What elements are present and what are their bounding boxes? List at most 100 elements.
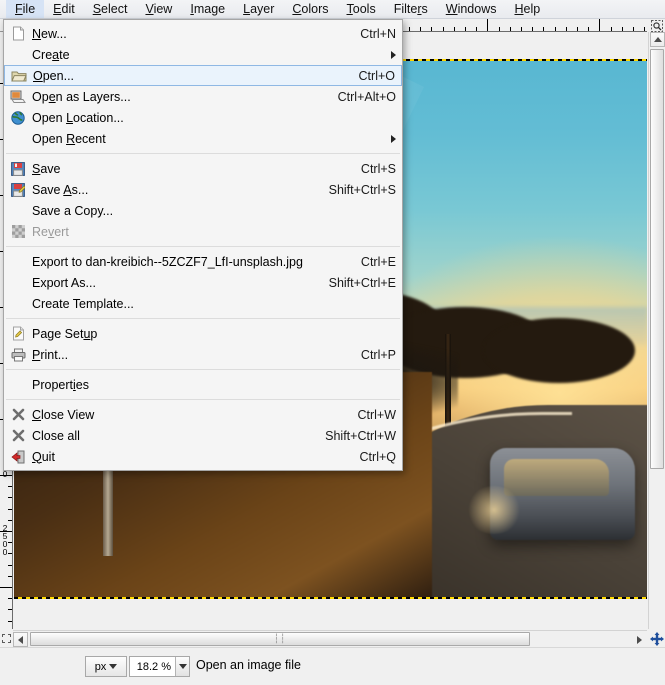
ruler-label: 2500 xyxy=(2,523,8,557)
submenu-arrow-icon xyxy=(391,50,396,59)
menu-item-save-as[interactable]: Save As... Shift+Ctrl+S xyxy=(4,179,402,200)
menu-item-create[interactable]: Create xyxy=(4,44,402,65)
scroll-right-arrow-icon[interactable] xyxy=(632,632,647,647)
menubar-item-tools[interactable]: Tools xyxy=(338,0,385,18)
menu-item-new[interactable]: New... Ctrl+N xyxy=(4,23,402,44)
menu-item-label: Open Recent xyxy=(32,131,106,146)
menu-item-shortcut: Ctrl+N xyxy=(360,26,396,41)
ruler-tick xyxy=(8,564,12,566)
ruler-tick xyxy=(577,27,578,31)
menu-item-label: Export to dan-kreibich--5ZCZF7_LfI-unspl… xyxy=(32,254,303,269)
menu-item-revert: Revert xyxy=(4,221,402,242)
ruler-tick xyxy=(8,519,12,521)
menu-item-close-all[interactable]: Close all Shift+Ctrl+W xyxy=(4,425,402,446)
ruler-tick xyxy=(644,27,646,31)
scroll-left-arrow-icon[interactable] xyxy=(13,632,28,647)
menu-item-shortcut: Ctrl+Alt+O xyxy=(337,89,396,104)
scroll-up-arrow-icon[interactable] xyxy=(650,32,665,47)
menubar-item-file[interactable]: File xyxy=(6,0,45,18)
vertical-scrollbar-thumb[interactable] xyxy=(650,49,664,469)
horizontal-scrollbar[interactable]: ┆┆ xyxy=(13,630,647,647)
zoom-dropdown-button[interactable] xyxy=(175,657,189,676)
menu-item-quit[interactable]: Quit Ctrl+Q xyxy=(4,446,402,467)
menu-item-label: Properties xyxy=(32,377,89,392)
ruler-tick xyxy=(532,27,534,31)
menu-item-create-template[interactable]: Create Template... xyxy=(4,293,402,314)
ruler-tick xyxy=(8,497,12,499)
horizontal-scrollbar-thumb[interactable]: ┆┆ xyxy=(30,632,530,646)
ruler-tick xyxy=(498,27,500,31)
menubar-item-image[interactable]: Image xyxy=(181,0,234,18)
menu-item-label: Close View xyxy=(32,407,95,422)
submenu-arrow-icon xyxy=(391,134,396,143)
menu-item-label: Create xyxy=(32,47,70,62)
ruler-tick xyxy=(453,27,455,31)
unit-selector[interactable]: px xyxy=(85,656,127,677)
ruler-tick xyxy=(8,508,12,510)
car-window xyxy=(504,458,610,496)
menu-item-close-view[interactable]: Close View Ctrl+W xyxy=(4,404,402,425)
menubar-item-view[interactable]: View xyxy=(136,0,181,18)
menubar-item-filters[interactable]: Filters xyxy=(385,0,437,18)
zoom-image-icon[interactable] xyxy=(648,19,665,32)
lens-flare xyxy=(466,486,522,535)
ruler-tick xyxy=(633,27,634,31)
status-message: Open an image file xyxy=(196,658,301,672)
menu-item-save-a-copy[interactable]: Save a Copy... xyxy=(4,200,402,221)
menubar-item-layer[interactable]: Layer xyxy=(234,0,283,18)
menu-separator xyxy=(6,369,400,370)
menu-separator xyxy=(6,153,400,154)
menubar-item-select[interactable]: Select xyxy=(84,0,137,18)
menubar-item-help[interactable]: Help xyxy=(505,0,549,18)
save-as-floppy-icon xyxy=(4,182,32,197)
tree-canopy xyxy=(483,318,636,383)
vertical-scrollbar[interactable] xyxy=(648,32,665,629)
close-x-icon xyxy=(4,429,32,442)
parked-car xyxy=(466,447,636,540)
open-as-layers-icon xyxy=(4,90,32,104)
navigation-move-icon[interactable] xyxy=(648,630,665,647)
save-floppy-icon xyxy=(4,161,32,176)
menu-item-shortcut: Ctrl+E xyxy=(360,254,396,269)
menu-item-save[interactable]: Save Ctrl+S xyxy=(4,158,402,179)
ruler-tick xyxy=(487,19,489,31)
quick-mask-toggle-icon[interactable] xyxy=(0,630,13,647)
chevron-down-icon xyxy=(178,664,187,669)
page-setup-icon xyxy=(4,326,32,341)
menu-separator xyxy=(6,399,400,400)
menu-item-export-to-dan-kreibich-5zczf7-lfi-unspla[interactable]: Export to dan-kreibich--5ZCZF7_LfI-unspl… xyxy=(4,251,402,272)
ruler-tick xyxy=(565,27,567,31)
menu-item-open[interactable]: Open... Ctrl+O xyxy=(4,65,402,86)
menu-item-open-recent[interactable]: Open Recent xyxy=(4,128,402,149)
menu-item-label: Create Template... xyxy=(32,296,134,311)
ruler-tick xyxy=(599,19,601,31)
menubar-item-windows[interactable]: Windows xyxy=(437,0,506,18)
menu-item-shortcut: Ctrl+O xyxy=(358,68,395,83)
menu-item-label: Export As... xyxy=(32,275,96,290)
menu-item-print[interactable]: Print... Ctrl+P xyxy=(4,344,402,365)
zoom-selector[interactable]: 18.2 % xyxy=(129,656,190,677)
menu-item-open-as-layers[interactable]: Open as Layers... Ctrl+Alt+O xyxy=(4,86,402,107)
new-document-icon xyxy=(4,26,32,41)
menu-item-properties[interactable]: Properties xyxy=(4,374,402,395)
menu-item-export-as[interactable]: Export As... Shift+Ctrl+E xyxy=(4,272,402,293)
file-dropdown-menu[interactable]: New... Ctrl+N Create Open... Ctrl+O Open as L… xyxy=(3,19,403,471)
ruler-tick xyxy=(588,27,590,31)
gimp-window: File Edit Select View Image Layer Colors Tools F… xyxy=(0,0,665,685)
menubar-item-edit[interactable]: Edit xyxy=(44,0,84,18)
ruler-label: 0 xyxy=(2,469,8,479)
ruler-tick xyxy=(543,27,545,31)
menu-separator xyxy=(6,246,400,247)
menu-item-open-location[interactable]: Open Location... xyxy=(4,107,402,128)
unit-label: px xyxy=(94,660,107,673)
ruler-tick xyxy=(442,27,444,31)
quit-exit-icon xyxy=(4,450,32,464)
menubar-item-colors[interactable]: Colors xyxy=(283,0,337,18)
canvas-boundary-bottom xyxy=(14,597,647,599)
ruler-tick xyxy=(509,27,511,31)
menu-item-shortcut: Shift+Ctrl+S xyxy=(328,182,396,197)
menu-item-page-setup[interactable]: Page Setup xyxy=(4,323,402,344)
ruler-tick xyxy=(8,486,12,488)
menubar: File Edit Select View Image Layer Colors Tools F… xyxy=(0,0,665,19)
ruler-tick xyxy=(465,27,466,31)
